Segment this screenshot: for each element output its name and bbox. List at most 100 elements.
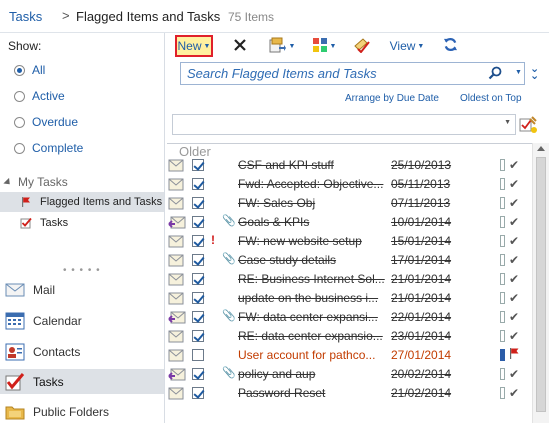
task-due-date: 21/01/2014 bbox=[391, 291, 452, 305]
view-menu-button[interactable]: View ▼ bbox=[387, 35, 427, 57]
filter-complete-radio[interactable] bbox=[14, 142, 25, 154]
chevron-down-icon[interactable]: ▼ bbox=[330, 43, 337, 50]
task-row[interactable]: RE: data center expansio... 23/01/2014 ✔ bbox=[165, 327, 532, 346]
completed-check-icon[interactable]: ✔ bbox=[509, 272, 519, 286]
filter-complete[interactable]: Complete bbox=[14, 139, 83, 157]
refresh-button[interactable] bbox=[441, 35, 459, 57]
pane-resize-grip[interactable]: • • • • • bbox=[63, 265, 101, 276]
completed-check-icon[interactable]: ✔ bbox=[509, 386, 519, 400]
complete-checkbox[interactable] bbox=[192, 330, 204, 342]
complete-checkbox[interactable] bbox=[192, 349, 204, 361]
filter-overdue[interactable]: Overdue bbox=[14, 113, 78, 131]
complete-checkbox[interactable] bbox=[192, 159, 204, 171]
complete-checkbox[interactable] bbox=[192, 178, 204, 190]
task-row[interactable]: FW: Sales Obj 07/11/2013 ✔ bbox=[165, 194, 532, 213]
filter-overdue-radio[interactable] bbox=[14, 116, 25, 128]
category-marker[interactable] bbox=[500, 368, 505, 380]
complete-checkbox[interactable] bbox=[192, 387, 204, 399]
task-due-date: 17/01/2014 bbox=[391, 253, 452, 267]
complete-checkbox[interactable] bbox=[192, 273, 204, 285]
filter-active-radio[interactable] bbox=[14, 90, 25, 102]
new-button[interactable]: New ▼ bbox=[175, 35, 213, 57]
complete-checkbox[interactable] bbox=[192, 311, 204, 323]
completed-check-icon[interactable]: ✔ bbox=[509, 253, 519, 267]
delete-button[interactable] bbox=[231, 35, 249, 57]
search-placeholder[interactable]: Search Flagged Items and Tasks bbox=[187, 66, 377, 81]
mark-complete-button[interactable] bbox=[351, 35, 373, 57]
completed-check-icon[interactable]: ✔ bbox=[509, 367, 519, 381]
category-marker[interactable] bbox=[500, 159, 505, 171]
flag-icon[interactable] bbox=[509, 348, 519, 362]
chevron-down-icon[interactable]: ▼ bbox=[204, 43, 211, 50]
task-row[interactable]: update on the business i... 21/01/2014 ✔ bbox=[165, 289, 532, 308]
complete-checkbox[interactable] bbox=[192, 216, 204, 228]
scroll-up-arrow-icon[interactable] bbox=[537, 146, 545, 151]
task-row[interactable]: ! FW: new website setup 15/01/2014 ✔ bbox=[165, 232, 532, 251]
completed-check-icon[interactable]: ✔ bbox=[509, 177, 519, 191]
categorize-button[interactable]: ▼ bbox=[309, 35, 339, 57]
sort-order-toggle[interactable]: Oldest on Top bbox=[460, 93, 522, 104]
completed-check-icon[interactable]: ✔ bbox=[509, 158, 519, 172]
quick-add-task-input[interactable]: ▼ bbox=[172, 114, 516, 135]
move-button[interactable]: ▼ bbox=[266, 35, 298, 57]
search-options-chevron-icon[interactable]: ▼ bbox=[515, 69, 522, 76]
filter-active[interactable]: Active bbox=[14, 87, 65, 105]
expand-search-chevron-icon[interactable]: ⌄ ⌄ bbox=[530, 64, 539, 82]
category-marker[interactable] bbox=[500, 273, 505, 285]
category-marker[interactable] bbox=[500, 178, 505, 190]
category-marker[interactable] bbox=[500, 254, 505, 266]
complete-checkbox[interactable] bbox=[192, 235, 204, 247]
breadcrumb-tasks-link[interactable]: Tasks bbox=[9, 9, 42, 24]
expand-triangle-icon[interactable] bbox=[3, 177, 13, 187]
filter-all-radio[interactable] bbox=[14, 64, 25, 76]
scrollbar-thumb[interactable] bbox=[536, 157, 546, 412]
arrange-by-dropdown[interactable]: Arrange by Due Date bbox=[345, 93, 439, 104]
category-marker[interactable] bbox=[500, 387, 505, 399]
task-row[interactable]: RE: Business Internet Sol... 21/01/2014 ✔ bbox=[165, 270, 532, 289]
group-header[interactable]: Older bbox=[167, 143, 532, 159]
task-row[interactable]: 📎 policy and aup 20/02/2014 ✔ bbox=[165, 365, 532, 384]
task-row[interactable]: 📎 FW: data center expansi... 22/01/2014 ✔ bbox=[165, 308, 532, 327]
search-icon[interactable] bbox=[488, 66, 502, 83]
category-marker[interactable] bbox=[500, 235, 505, 247]
completed-check-icon[interactable]: ✔ bbox=[509, 234, 519, 248]
task-row[interactable]: Password Reset 21/02/2014 ✔ bbox=[165, 384, 532, 403]
folder-tasks[interactable]: Tasks bbox=[0, 213, 164, 233]
complete-checkbox[interactable] bbox=[192, 254, 204, 266]
nav-calendar[interactable]: Calendar bbox=[0, 308, 164, 333]
complete-checkbox[interactable] bbox=[192, 197, 204, 209]
nav-public-folders[interactable]: Public Folders bbox=[0, 399, 164, 423]
completed-check-icon[interactable]: ✔ bbox=[509, 196, 519, 210]
complete-checkbox[interactable] bbox=[192, 292, 204, 304]
chevron-down-icon[interactable]: ▼ bbox=[504, 119, 511, 126]
filter-all[interactable]: All bbox=[14, 61, 45, 79]
complete-checkbox[interactable] bbox=[192, 368, 204, 380]
category-marker[interactable] bbox=[500, 311, 505, 323]
nav-mail[interactable]: Mail bbox=[0, 277, 164, 302]
chevron-down-icon[interactable]: ▼ bbox=[417, 43, 424, 50]
completed-check-icon[interactable]: ✔ bbox=[509, 329, 519, 343]
add-task-icon[interactable] bbox=[519, 116, 537, 137]
task-row[interactable]: 📎 Goals & KPIs 10/01/2014 ✔ bbox=[165, 213, 532, 232]
search-box[interactable]: Search Flagged Items and Tasks ▼ bbox=[180, 62, 525, 85]
category-marker[interactable] bbox=[500, 292, 505, 304]
category-marker[interactable] bbox=[500, 216, 505, 228]
folder-flagged-items[interactable]: Flagged Items and Tasks bbox=[0, 192, 164, 212]
nav-tasks[interactable]: Tasks bbox=[0, 369, 164, 394]
chevron-down-icon[interactable]: ▼ bbox=[289, 43, 296, 50]
folder-label: Flagged Items and Tasks bbox=[40, 196, 163, 208]
nav-contacts[interactable]: Contacts bbox=[0, 339, 164, 364]
category-marker[interactable] bbox=[500, 197, 505, 209]
completed-check-icon[interactable]: ✔ bbox=[509, 310, 519, 324]
task-row[interactable]: CSF and KPI stuff 25/10/2013 ✔ bbox=[165, 156, 532, 175]
task-subject: Case study details bbox=[238, 253, 337, 267]
task-row[interactable]: User account for pathco... 27/01/2014 bbox=[165, 346, 532, 365]
completed-check-icon[interactable]: ✔ bbox=[509, 215, 519, 229]
completed-check-icon[interactable]: ✔ bbox=[509, 291, 519, 305]
category-marker[interactable] bbox=[500, 330, 505, 342]
category-marker[interactable] bbox=[500, 349, 505, 361]
vertical-scrollbar[interactable] bbox=[532, 143, 549, 423]
my-tasks-header[interactable]: My Tasks bbox=[3, 175, 68, 189]
task-row[interactable]: 📎 Case study details 17/01/2014 ✔ bbox=[165, 251, 532, 270]
task-row[interactable]: Fwd: Accepted: Objective... 05/11/2013 ✔ bbox=[165, 175, 532, 194]
